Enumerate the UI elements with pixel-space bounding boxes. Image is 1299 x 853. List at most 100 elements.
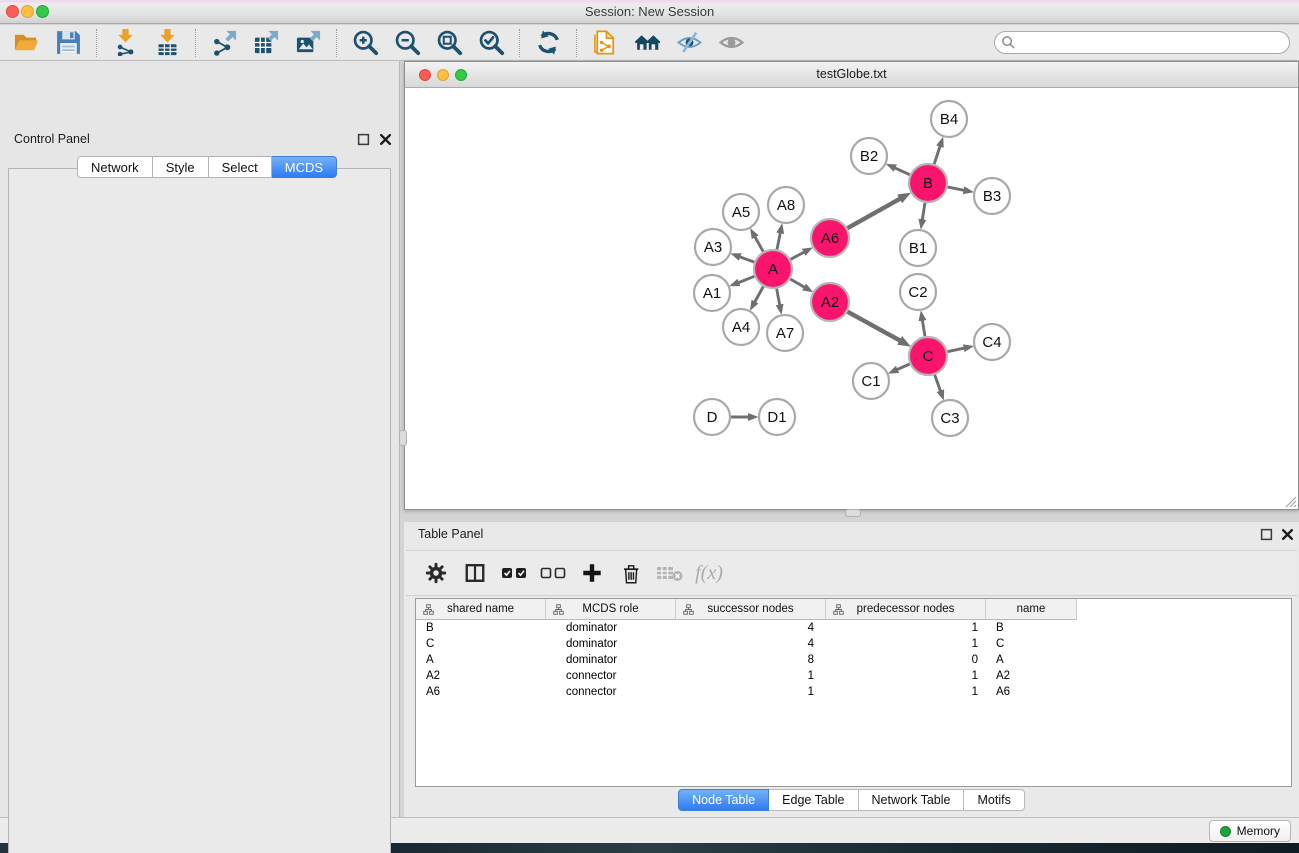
export-image-button[interactable] <box>290 27 326 59</box>
graph-edge-B-B2[interactable] <box>895 168 910 175</box>
zoom-in-button[interactable] <box>347 27 383 59</box>
graph-node-A1[interactable]: A1 <box>694 275 730 311</box>
deselect-all-columns-button[interactable] <box>538 558 568 588</box>
graph-node-A6[interactable]: A6 <box>811 219 849 257</box>
table-cell[interactable]: connector <box>546 668 676 684</box>
tab-motifs[interactable]: Motifs <box>964 789 1024 811</box>
open-file-button[interactable] <box>8 27 44 59</box>
table-row[interactable]: A2connector11A2 <box>416 668 1291 684</box>
tab-select[interactable]: Select <box>209 156 272 178</box>
graph-node-B1[interactable]: B1 <box>900 230 936 266</box>
graph-edge-A2-C[interactable] <box>848 312 901 341</box>
create-column-button[interactable] <box>577 558 607 588</box>
network-canvas[interactable]: B4B2BB3A8A5A6B1A3AC2A1A2A4A7C4CC1C3DD1 <box>405 88 1298 509</box>
tab-style[interactable]: Style <box>153 156 209 178</box>
table-cell[interactable]: C <box>986 636 1077 652</box>
graph-edge-B-B4[interactable] <box>934 146 940 164</box>
table-cell[interactable]: 1 <box>826 668 986 684</box>
graph-node-B2[interactable]: B2 <box>851 138 887 174</box>
column-settings-button[interactable] <box>421 558 451 588</box>
table-row[interactable]: Cdominator41C <box>416 636 1291 652</box>
graph-node-A5[interactable]: A5 <box>723 194 759 230</box>
tab-edge-table[interactable]: Edge Table <box>769 789 858 811</box>
graph-node-C2[interactable]: C2 <box>900 274 936 310</box>
table-row[interactable]: Bdominator41B <box>416 620 1291 636</box>
graph-edge-C-C2[interactable] <box>922 320 925 336</box>
zoom-selected-button[interactable] <box>473 27 509 59</box>
graph-edge-A-A6[interactable] <box>791 252 805 259</box>
table-row[interactable]: A6connector11A6 <box>416 684 1291 700</box>
graph-edge-A-A5[interactable] <box>755 237 763 252</box>
graph-node-C1[interactable]: C1 <box>853 363 889 399</box>
graph-edge-A6-B[interactable] <box>847 199 900 229</box>
hide-selected-button[interactable] <box>671 27 707 59</box>
graph-node-A7[interactable]: A7 <box>767 315 803 351</box>
split-panel-button[interactable] <box>460 558 490 588</box>
column-header-name[interactable]: name <box>986 599 1077 620</box>
zoom-fit-button[interactable] <box>431 27 467 59</box>
select-all-columns-button[interactable] <box>499 558 529 588</box>
close-window-button[interactable] <box>6 5 19 18</box>
tab-network-table[interactable]: Network Table <box>859 789 965 811</box>
export-network-button[interactable] <box>206 27 242 59</box>
save-session-button[interactable] <box>50 27 86 59</box>
minimize-window-button[interactable] <box>21 5 34 18</box>
network-minimize-button[interactable] <box>437 69 449 81</box>
graph-edge-B-B3[interactable] <box>948 187 965 190</box>
graph-edge-A-A3[interactable] <box>740 257 754 262</box>
column-header-MCDS-role[interactable]: MCDS role <box>546 599 676 620</box>
table-cell[interactable]: 0 <box>826 652 986 668</box>
import-network-button[interactable] <box>107 27 143 59</box>
zoom-out-button[interactable] <box>389 27 425 59</box>
graph-node-B4[interactable]: B4 <box>931 101 967 137</box>
export-table-button[interactable] <box>248 27 284 59</box>
graph-node-D[interactable]: D <box>694 399 730 435</box>
table-cell[interactable]: A2 <box>986 668 1077 684</box>
table-cell[interactable]: 8 <box>676 652 826 668</box>
table-cell[interactable]: 4 <box>676 636 826 652</box>
search-input[interactable] <box>994 31 1290 54</box>
table-cell[interactable]: 4 <box>676 620 826 636</box>
table-cell[interactable]: A <box>986 652 1077 668</box>
float-panel-icon[interactable] <box>357 133 370 146</box>
table-cell[interactable]: 1 <box>826 620 986 636</box>
table-cell[interactable]: B <box>986 620 1077 636</box>
graph-node-D1[interactable]: D1 <box>759 399 795 435</box>
table-cell[interactable]: A <box>416 652 546 668</box>
resize-grip-icon[interactable] <box>1283 494 1297 508</box>
table-row[interactable]: Adominator80A <box>416 652 1291 668</box>
network-horizontal-scrollbar[interactable] <box>845 509 861 517</box>
graph-node-B3[interactable]: B3 <box>974 178 1010 214</box>
new-network-from-selection-button[interactable] <box>587 27 623 59</box>
graph-node-A4[interactable]: A4 <box>723 309 759 345</box>
float-table-panel-icon[interactable] <box>1260 528 1273 541</box>
close-panel-icon[interactable] <box>379 133 392 146</box>
graph-edge-C-C3[interactable] <box>935 375 941 391</box>
graph-node-C[interactable]: C <box>909 337 947 375</box>
graph-edge-A-A7[interactable] <box>777 289 780 305</box>
graph-edge-C-C4[interactable] <box>948 348 965 352</box>
table-cell[interactable]: 1 <box>826 636 986 652</box>
delete-columns-button[interactable] <box>616 558 646 588</box>
graph-node-A8[interactable]: A8 <box>768 187 804 223</box>
tab-network[interactable]: Network <box>77 156 153 178</box>
graph-edge-C-C1[interactable] <box>897 364 910 370</box>
network-maximize-button[interactable] <box>455 69 467 81</box>
graph-node-B[interactable]: B <box>909 164 947 202</box>
column-header-shared-name[interactable]: shared name <box>416 599 546 620</box>
close-table-panel-icon[interactable] <box>1281 528 1294 541</box>
column-header-successor-nodes[interactable]: successor nodes <box>676 599 826 620</box>
table-cell[interactable]: dominator <box>546 652 676 668</box>
table-cell[interactable]: B <box>416 620 546 636</box>
graph-edge-A-A1[interactable] <box>739 276 755 282</box>
graph-edge-A-A8[interactable] <box>777 233 780 250</box>
table-cell[interactable]: dominator <box>546 636 676 652</box>
table-cell[interactable]: A6 <box>416 684 546 700</box>
table-cell[interactable]: connector <box>546 684 676 700</box>
graph-edge-B-B1[interactable] <box>922 203 925 220</box>
graph-node-A3[interactable]: A3 <box>695 229 731 265</box>
import-table-button[interactable] <box>149 27 185 59</box>
graph-node-C3[interactable]: C3 <box>932 400 968 436</box>
table-cell[interactable]: 1 <box>826 684 986 700</box>
graph-node-C4[interactable]: C4 <box>974 324 1010 360</box>
